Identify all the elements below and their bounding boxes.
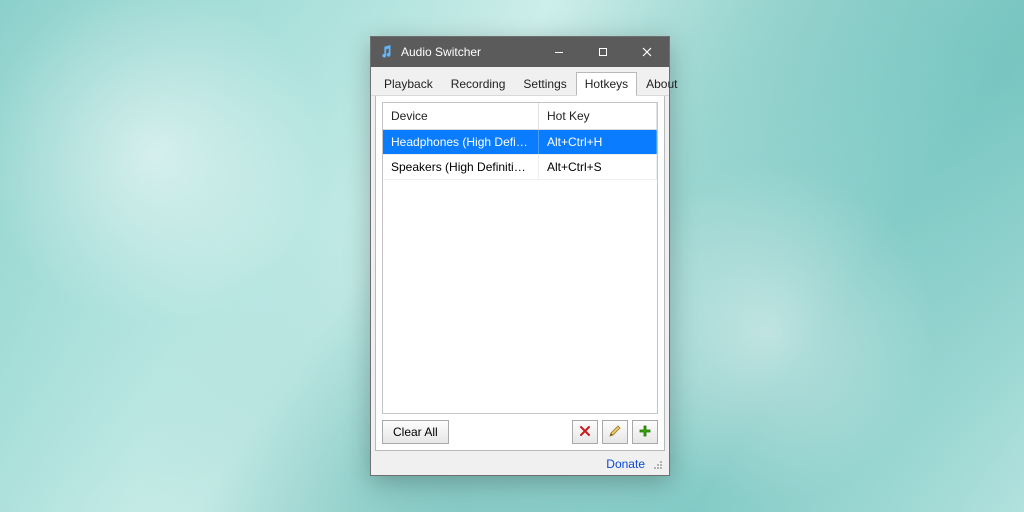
column-header-hotkey[interactable]: Hot Key (539, 103, 657, 129)
tab-playback[interactable]: Playback (375, 72, 442, 96)
delete-button[interactable] (572, 420, 598, 444)
tab-strip: Playback Recording Settings Hotkeys Abou… (371, 67, 669, 96)
pencil-icon (608, 424, 622, 441)
tab-recording[interactable]: Recording (442, 72, 515, 96)
tab-about[interactable]: About (637, 72, 686, 96)
tab-settings[interactable]: Settings (514, 72, 575, 96)
cell-hotkey: Alt+Ctrl+S (539, 155, 657, 179)
listview-header: Device Hot Key (383, 103, 657, 130)
maximize-button[interactable] (581, 37, 625, 67)
tab-hotkeys[interactable]: Hotkeys (576, 72, 637, 96)
titlebar[interactable]: Audio Switcher (371, 37, 669, 67)
plus-icon (638, 424, 652, 441)
column-header-device[interactable]: Device (383, 103, 539, 129)
edit-button[interactable] (602, 420, 628, 444)
app-window: Audio Switcher Playback Recording Settin… (370, 36, 670, 476)
minimize-button[interactable] (537, 37, 581, 67)
clear-all-button[interactable]: Clear All (382, 420, 449, 444)
footer: Donate (371, 455, 669, 475)
cell-hotkey: Alt+Ctrl+H (539, 130, 657, 154)
table-row[interactable]: Headphones (High Definitio... Alt+Ctrl+H (383, 130, 657, 155)
tab-content: Device Hot Key Headphones (High Definiti… (375, 96, 665, 451)
cell-device: Headphones (High Definitio... (383, 130, 539, 154)
cell-device: Speakers (High Definition A... (383, 155, 539, 179)
app-icon (379, 44, 395, 60)
listview-body: Headphones (High Definitio... Alt+Ctrl+H… (383, 130, 657, 413)
close-button[interactable] (625, 37, 669, 67)
window-title: Audio Switcher (401, 45, 481, 59)
delete-icon (578, 424, 592, 441)
hotkeys-listview[interactable]: Device Hot Key Headphones (High Definiti… (382, 102, 658, 414)
donate-link[interactable]: Donate (606, 457, 645, 471)
table-row[interactable]: Speakers (High Definition A... Alt+Ctrl+… (383, 155, 657, 180)
toolbar: Clear All (382, 414, 658, 444)
add-button[interactable] (632, 420, 658, 444)
desktop-wallpaper: Audio Switcher Playback Recording Settin… (0, 0, 1024, 512)
resize-grip[interactable] (651, 458, 663, 470)
